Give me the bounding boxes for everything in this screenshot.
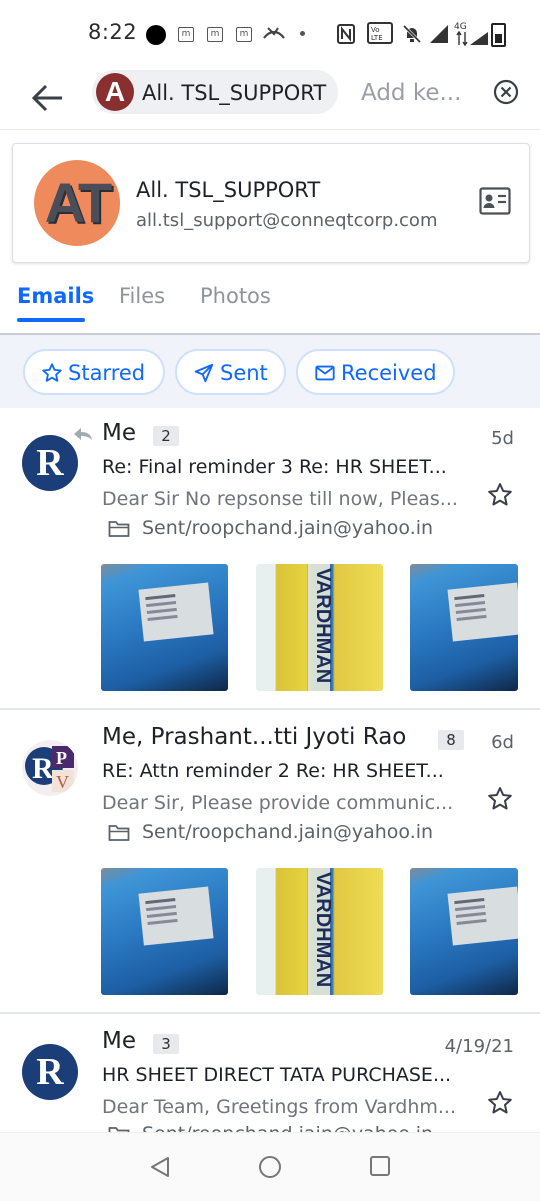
tab-photos[interactable]: Photos	[200, 284, 271, 308]
thread-count-badge: 8	[438, 730, 464, 750]
reply-icon	[74, 428, 92, 440]
sender-name: Me	[102, 420, 136, 446]
contact-card-icon[interactable]	[479, 187, 511, 215]
message-row[interactable]: R Me 3 4/19/21 HR SHEET DIRECT TATA PURC…	[0, 1014, 540, 1132]
signal-icon	[430, 25, 448, 43]
square-recents-icon[interactable]	[369, 1155, 391, 1177]
active-tab-indicator	[17, 318, 85, 322]
filter-row: Starred Sent Received	[0, 335, 540, 408]
message-subject: HR SHEET DIRECT TATA PURCHASE...	[102, 1064, 452, 1086]
thumbnail-label-sheet	[447, 886, 518, 946]
filter-sent-label: Sent	[220, 361, 268, 385]
thread-count-badge: 2	[153, 426, 179, 446]
star-icon[interactable]	[486, 481, 514, 509]
system-nav-bar	[0, 1132, 540, 1201]
sender-name: Me, Prashant...tti Jyoti Rao	[102, 724, 407, 750]
attachment-thumbnail[interactable]: VARDHMAN AGENCIES	[256, 564, 383, 691]
chip-avatar: A	[96, 73, 134, 111]
svg-text:P: P	[56, 748, 67, 768]
message-folder: Sent/roopchand.jain@yahoo.in	[142, 1123, 433, 1132]
circle-home-icon[interactable]	[258, 1155, 282, 1179]
keyword-input[interactable]: Add ke...	[361, 80, 461, 106]
notification-m-icon: m	[207, 27, 223, 42]
message-subject: RE: Attn reminder 2 Re: HR SHEET...	[102, 760, 444, 782]
message-preview: Dear Team, Greetings from Vardhm...	[102, 1096, 457, 1118]
header-divider	[0, 129, 540, 130]
battery-icon	[491, 23, 506, 47]
message-date: 5d	[491, 428, 514, 449]
thumbnail-label-sheet	[138, 886, 214, 946]
message-row[interactable]: R Me 2 5d Re: Final reminder 3 Re: HR SH…	[0, 408, 540, 710]
sender-avatar: R P V	[22, 740, 78, 796]
contact-chip[interactable]: A All. TSL_SUPPORT	[92, 70, 338, 114]
thumbnail-flyer-text: VARDHMAN AGENCIES	[312, 872, 334, 992]
mute-bell-icon	[402, 24, 422, 44]
clear-search-icon[interactable]	[492, 78, 520, 106]
contact-name: All. TSL_SUPPORT	[136, 178, 321, 202]
envelope-icon	[315, 365, 335, 381]
message-date: 4/19/21	[444, 1036, 514, 1057]
arrow-left-icon[interactable]	[28, 78, 68, 118]
message-preview: Dear Sir, Please provide communic...	[102, 792, 454, 814]
status-time: 8:22	[88, 20, 138, 44]
message-folder: Sent/roopchand.jain@yahoo.in	[142, 821, 434, 843]
volte-icon: VoLTE	[367, 22, 393, 44]
attachment-thumbnail[interactable]	[101, 868, 228, 995]
sender-avatar-letter: R	[36, 442, 64, 484]
thumbnail-label-sheet	[138, 582, 214, 642]
attachment-thumbnail[interactable]	[101, 564, 228, 691]
folder-icon	[108, 825, 130, 841]
message-preview: Dear Sir No repsonse till now, Pleas...	[102, 488, 458, 510]
thread-count-badge: 3	[153, 1034, 179, 1054]
thumbnail-flyer-text: VARDHMAN AGENCIES	[312, 568, 334, 688]
contact-avatar: AT	[34, 160, 120, 246]
contact-card[interactable]: AT All. TSL_SUPPORT all.tsl_support@conn…	[12, 143, 530, 263]
notification-m-icon: m	[236, 27, 252, 42]
filter-received-button[interactable]: Received	[296, 349, 455, 395]
missed-call-icon	[263, 27, 285, 39]
more-notifications-icon	[300, 31, 305, 36]
sender-avatar: R	[22, 1044, 78, 1100]
notification-m-icon: m	[178, 27, 194, 42]
svg-text:R: R	[32, 752, 54, 785]
nfc-icon	[337, 24, 355, 44]
filter-received-label: Received	[341, 361, 437, 385]
tab-emails[interactable]: Emails	[17, 284, 94, 308]
star-icon[interactable]	[486, 1089, 514, 1117]
sender-avatar-letter: R	[36, 1051, 64, 1093]
thumbnail-label-sheet	[447, 582, 518, 642]
attachment-thumbnail[interactable]: VARDHMAN AGENCIES	[256, 868, 383, 995]
svg-text:V: V	[56, 772, 69, 792]
folder-icon	[108, 521, 130, 537]
contact-email: all.tsl_support@conneqtcorp.com	[136, 210, 438, 231]
contact-avatar-initials: AT	[44, 171, 113, 234]
message-row[interactable]: R P V Me, Prashant...tti Jyoti Rao 8 6d …	[0, 710, 540, 1012]
sender-name: Me	[102, 1028, 136, 1054]
message-subject: Re: Final reminder 3 Re: HR SHEET...	[102, 456, 447, 478]
chip-label: All. TSL_SUPPORT	[142, 81, 327, 105]
triangle-back-icon[interactable]	[148, 1155, 172, 1179]
star-outline-icon	[42, 363, 62, 382]
svg-text:LTE: LTE	[371, 34, 383, 42]
search-header: A All. TSL_SUPPORT Add ke...	[0, 68, 540, 128]
filter-starred-button[interactable]: Starred	[23, 349, 165, 395]
attachment-thumbnail[interactable]	[410, 564, 518, 691]
svg-text:Vo: Vo	[371, 26, 380, 34]
status-bar: 8:22 m m m Vo LTE 4G	[0, 0, 540, 68]
tab-bar: Emails Files Photos	[0, 278, 540, 334]
filter-sent-button[interactable]: Sent	[175, 349, 286, 395]
sender-avatar: R	[22, 435, 78, 491]
paper-plane-icon	[194, 363, 214, 383]
message-folder: Sent/roopchand.jain@yahoo.in	[142, 517, 434, 539]
record-dot-icon	[146, 25, 166, 45]
tab-files[interactable]: Files	[119, 284, 165, 308]
filter-starred-label: Starred	[68, 361, 146, 385]
message-date: 6d	[491, 732, 514, 753]
attachment-thumbnail[interactable]	[410, 868, 518, 995]
signal-data-icon	[456, 31, 488, 46]
star-icon[interactable]	[486, 785, 514, 813]
group-avatar-icon: R P V	[25, 746, 74, 792]
